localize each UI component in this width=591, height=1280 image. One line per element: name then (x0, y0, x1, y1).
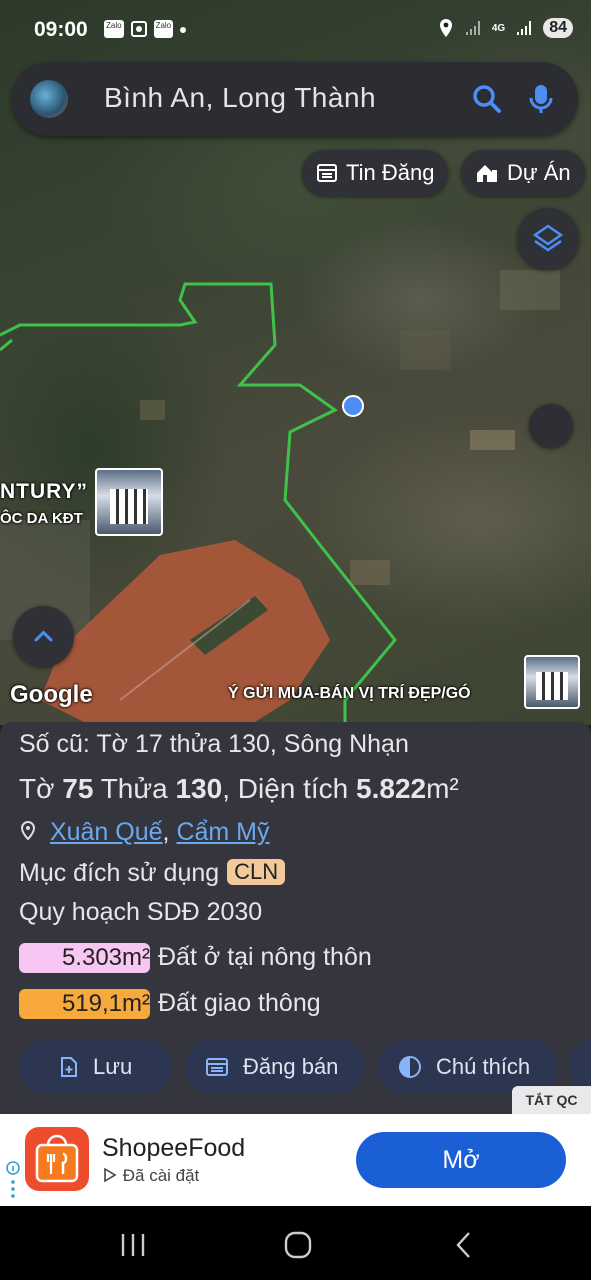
zone-row: 519,1m² Đất giao thông (19, 989, 321, 1019)
sheet-number: 75 (62, 773, 94, 804)
battery-level: 84 (543, 18, 573, 38)
shopeefood-logo (25, 1127, 89, 1191)
clock: 09:00 (34, 18, 88, 41)
search-bar[interactable]: Bình An, Long Thành (12, 62, 578, 136)
search-query[interactable]: Bình An, Long Thành (104, 82, 376, 114)
zone-area: 5.303m² (19, 943, 150, 973)
plot-label: Thửa (100, 773, 168, 804)
land-use-badge: CLN (227, 859, 286, 885)
projects-chip[interactable]: Dự Án (461, 150, 585, 196)
hide-ads-button[interactable]: TẮT QC (512, 1086, 591, 1114)
recent-apps-icon[interactable] (118, 1232, 148, 1258)
ad-info-icon[interactable] (6, 1160, 20, 1200)
parcel-summary: Tờ 75 Thửa 130, Diện tích 5.822m² (19, 773, 459, 805)
ad-install-status: Đã cài đặt (102, 1166, 199, 1186)
ward-link[interactable]: Xuân Quế (50, 818, 163, 846)
signal-icon (465, 21, 480, 35)
listings-chip[interactable]: Tin Đăng (302, 150, 449, 196)
dot-icon (180, 27, 187, 33)
ad-app-name: ShopeeFood (102, 1134, 246, 1162)
signal-icon (517, 21, 532, 35)
location-icon (439, 19, 452, 37)
layers-button[interactable] (517, 208, 579, 270)
chevron-up-icon (34, 630, 53, 642)
food-bag-icon (35, 1134, 79, 1183)
zone-name: Đất giao thông (158, 989, 321, 1017)
area-value: 5.822 (356, 773, 427, 804)
post-sale-button[interactable]: Đăng bán (185, 1040, 366, 1094)
google-logo: Google (10, 681, 93, 708)
notification-icons: Zalo Zalo (104, 20, 187, 38)
legend-label: Chú thích (436, 1054, 531, 1079)
plan-label: Quy hoạch SDĐ 2030 (19, 898, 263, 926)
area-label: , Diện tích (222, 773, 349, 804)
system-nav-bar (0, 1206, 591, 1280)
expand-button[interactable] (13, 606, 74, 667)
calendar-list-icon (206, 1058, 228, 1076)
location-pin-icon (20, 820, 36, 841)
home-icon[interactable] (283, 1230, 313, 1260)
old-reference: Số cũ: Tờ 17 thửa 130, Sông Nhạn (19, 730, 409, 758)
zone-area: 519,1m² (19, 989, 150, 1019)
map-label-kdt: ÔC DA KĐT (0, 510, 83, 527)
zone-name: Đất ở tại nông thôn (158, 943, 372, 971)
parcel-location: Xuân Quế, Cẩm Mỹ (19, 818, 270, 847)
screenshot-icon (130, 21, 147, 37)
layers-icon (532, 224, 564, 252)
plot-number: 130 (175, 773, 223, 804)
listing-thumbnail[interactable] (95, 468, 163, 536)
zone-row: 5.303m² Đất ở tại nông thôn (19, 943, 372, 973)
status-bar: 09:00 Zalo Zalo 4G 84 (0, 0, 591, 60)
post-sale-label: Đăng bán (243, 1054, 339, 1079)
avatar[interactable] (30, 80, 68, 118)
commune-link[interactable]: Cẩm Mỹ (176, 818, 269, 846)
map-ad-banner[interactable]: Ý GỬI MUA-BÁN VỊ TRÍ ĐẸP/GÓ (228, 685, 471, 703)
save-label: Lưu (93, 1054, 133, 1079)
open-app-button[interactable]: Mở (356, 1132, 566, 1188)
zalo-icon: Zalo (153, 20, 174, 38)
search-icon[interactable] (468, 80, 506, 118)
save-button[interactable]: Lưu (19, 1040, 172, 1094)
side-handle[interactable] (529, 404, 573, 448)
back-icon[interactable] (452, 1230, 476, 1260)
projects-label: Dự Án (507, 160, 571, 185)
ad-banner[interactable]: ShopeeFood Đã cài đặt Mở (0, 1114, 591, 1206)
house-icon (477, 165, 497, 182)
listing-thumbnail[interactable] (524, 655, 580, 709)
zalo-icon: Zalo (104, 20, 124, 38)
area-unit: m² (426, 773, 459, 804)
play-store-icon (104, 1167, 117, 1183)
contrast-icon (399, 1056, 421, 1078)
microphone-icon[interactable] (522, 80, 560, 118)
land-use: Mục đích sử dụng CLN (19, 859, 286, 888)
network-type: 4G (491, 22, 506, 34)
sheet-label: Tờ (19, 773, 55, 804)
add-file-icon (61, 1057, 77, 1077)
listings-label: Tin Đăng (346, 160, 435, 185)
map-label-century: NTURY” (0, 480, 89, 503)
calendar-list-icon (317, 164, 337, 182)
land-use-label: Mục đích sử dụng (19, 859, 220, 887)
